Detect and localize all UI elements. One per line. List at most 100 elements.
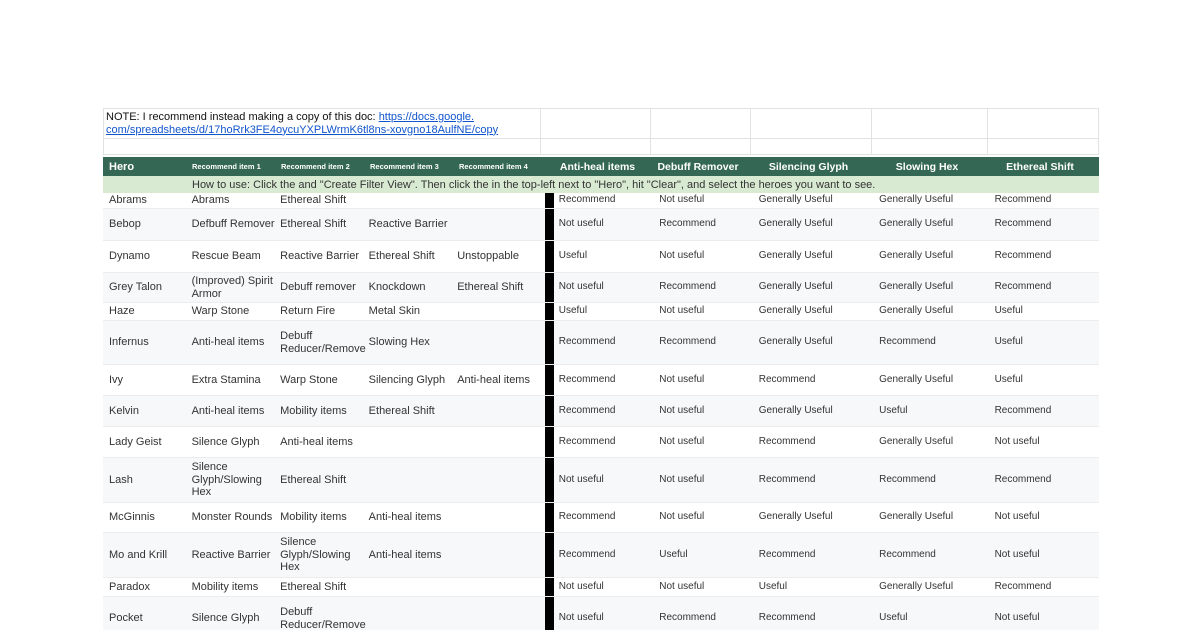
recommend-item-1-cell[interactable]: Silence Glyph (189, 427, 278, 457)
recommend-item-3-cell[interactable]: Metal Skin (366, 303, 455, 320)
debuff-cell[interactable]: Not useful (654, 458, 754, 502)
hero-name-cell[interactable]: Pocket (103, 597, 189, 630)
slowing-cell[interactable]: Useful (874, 396, 989, 426)
silencing-cell[interactable]: Generally Useful (754, 396, 874, 426)
recommend-item-2-cell[interactable]: Ethereal Shift (277, 578, 366, 596)
recommend-item-1-cell[interactable]: Silence Glyph (189, 597, 278, 630)
recommend-item-1-cell[interactable]: Mobility items (189, 578, 278, 596)
recommend-item-4-cell[interactable] (454, 533, 545, 577)
silencing-cell[interactable]: Useful (754, 578, 874, 596)
recommend-item-4-cell[interactable]: Ethereal Shift (454, 273, 545, 302)
recommend-item-3-cell[interactable]: Anti-heal items (366, 503, 455, 532)
antiheal-cell[interactable]: Recommend (554, 503, 655, 532)
silencing-cell[interactable]: Recommend (754, 533, 874, 577)
hero-name-cell[interactable]: Ivy (103, 365, 189, 395)
header-rec3[interactable]: Recommend item 3 (367, 157, 456, 176)
ethereal-cell[interactable]: Recommend (990, 578, 1099, 596)
header-rec1[interactable]: Recommend item 1 (189, 157, 278, 176)
recommend-item-1-cell[interactable]: Anti-heal items (189, 396, 278, 426)
silencing-cell[interactable]: Generally Useful (754, 503, 874, 532)
recommend-item-4-cell[interactable]: Anti-heal items (454, 365, 545, 395)
header-slowing[interactable]: Slowing Hex (869, 157, 985, 176)
recommend-item-3-cell[interactable] (366, 578, 455, 596)
antiheal-cell[interactable]: Recommend (554, 427, 655, 457)
recommend-item-2-cell[interactable]: Ethereal Shift (277, 458, 366, 502)
recommend-item-3-cell[interactable] (366, 193, 455, 208)
recommend-item-4-cell[interactable] (454, 503, 545, 532)
slowing-cell[interactable]: Generally Useful (874, 303, 989, 320)
ethereal-cell[interactable]: Not useful (990, 503, 1099, 532)
debuff-cell[interactable]: Recommend (654, 321, 754, 364)
recommend-item-3-cell[interactable] (366, 458, 455, 502)
hero-name-cell[interactable]: Dynamo (103, 241, 189, 272)
antiheal-cell[interactable]: Not useful (554, 597, 655, 630)
antiheal-cell[interactable]: Recommend (554, 193, 655, 208)
debuff-cell[interactable]: Not useful (654, 241, 754, 272)
slowing-cell[interactable]: Generally Useful (874, 209, 989, 240)
recommend-item-2-cell[interactable]: Debuff Reducer/Remover (277, 597, 366, 630)
ethereal-cell[interactable]: Recommend (990, 241, 1099, 272)
recommend-item-2-cell[interactable]: Reactive Barrier (277, 241, 366, 272)
recommend-item-4-cell[interactable] (454, 427, 545, 457)
slowing-cell[interactable]: Generally Useful (874, 193, 989, 208)
ethereal-cell[interactable]: Recommend (990, 209, 1099, 240)
antiheal-cell[interactable]: Not useful (554, 458, 655, 502)
recommend-item-1-cell[interactable]: (Improved) Spirit Armor (189, 273, 278, 302)
hero-name-cell[interactable]: Lady Geist (103, 427, 189, 457)
antiheal-cell[interactable]: Recommend (554, 321, 655, 364)
debuff-cell[interactable]: Not useful (654, 303, 754, 320)
ethereal-cell[interactable]: Recommend (990, 458, 1099, 502)
antiheal-cell[interactable]: Not useful (554, 578, 655, 596)
silencing-cell[interactable]: Generally Useful (754, 241, 874, 272)
recommend-item-3-cell[interactable]: Slowing Hex (366, 321, 455, 364)
recommend-item-3-cell[interactable]: Silencing Glyph (366, 365, 455, 395)
ethereal-cell[interactable]: Not useful (990, 427, 1099, 457)
silencing-cell[interactable]: Generally Useful (754, 209, 874, 240)
hero-name-cell[interactable]: Abrams (103, 193, 189, 208)
recommend-item-3-cell[interactable]: Ethereal Shift (366, 241, 455, 272)
recommend-item-2-cell[interactable]: Ethereal Shift (277, 209, 366, 240)
silencing-cell[interactable]: Recommend (754, 458, 874, 502)
debuff-cell[interactable]: Not useful (654, 503, 754, 532)
how-to-use-row[interactable]: How to use: Click the and "Create Filter… (103, 176, 1099, 193)
antiheal-cell[interactable]: Recommend (554, 533, 655, 577)
hero-name-cell[interactable]: Mo and Krill (103, 533, 189, 577)
silencing-cell[interactable]: Recommend (754, 427, 874, 457)
recommend-item-1-cell[interactable]: Warp Stone (189, 303, 278, 320)
silencing-cell[interactable]: Generally Useful (754, 273, 874, 302)
recommend-item-1-cell[interactable]: Abrams (189, 193, 278, 208)
slowing-cell[interactable]: Generally Useful (874, 273, 989, 302)
antiheal-cell[interactable]: Useful (554, 241, 655, 272)
recommend-item-2-cell[interactable]: Debuff Reducer/Remover (277, 321, 366, 364)
hero-name-cell[interactable]: Grey Talon (103, 273, 189, 302)
debuff-cell[interactable]: Not useful (654, 396, 754, 426)
slowing-cell[interactable]: Generally Useful (874, 241, 989, 272)
recommend-item-4-cell[interactable]: Unstoppable (454, 241, 545, 272)
silencing-cell[interactable]: Generally Useful (754, 193, 874, 208)
header-hero[interactable]: Hero (103, 157, 189, 176)
recommend-item-4-cell[interactable] (454, 193, 545, 208)
recommend-item-3-cell[interactable]: Reactive Barrier (366, 209, 455, 240)
ethereal-cell[interactable]: Useful (990, 365, 1099, 395)
recommend-item-1-cell[interactable]: Silence Glyph/Slowing Hex (189, 458, 278, 502)
slowing-cell[interactable]: Generally Useful (874, 503, 989, 532)
recommend-item-3-cell[interactable] (366, 597, 455, 630)
debuff-cell[interactable]: Not useful (654, 578, 754, 596)
slowing-cell[interactable]: Useful (874, 597, 989, 630)
hero-name-cell[interactable]: Lash (103, 458, 189, 502)
slowing-cell[interactable]: Generally Useful (874, 427, 989, 457)
antiheal-cell[interactable]: Not useful (554, 273, 655, 302)
recommend-item-4-cell[interactable] (454, 597, 545, 630)
recommend-item-2-cell[interactable]: Silence Glyph/Slowing Hex (277, 533, 366, 577)
ethereal-cell[interactable]: Recommend (990, 193, 1099, 208)
hero-name-cell[interactable]: Paradox (103, 578, 189, 596)
recommend-item-3-cell[interactable]: Knockdown (366, 273, 455, 302)
hero-name-cell[interactable]: Kelvin (103, 396, 189, 426)
debuff-cell[interactable]: Not useful (654, 365, 754, 395)
note-cell[interactable]: NOTE: I recommend instead making a copy … (104, 109, 541, 138)
ethereal-cell[interactable]: Not useful (990, 533, 1099, 577)
recommend-item-3-cell[interactable] (366, 427, 455, 457)
recommend-item-3-cell[interactable]: Ethereal Shift (366, 396, 455, 426)
recommend-item-2-cell[interactable]: Return Fire (277, 303, 366, 320)
silencing-cell[interactable]: Generally Useful (754, 321, 874, 364)
